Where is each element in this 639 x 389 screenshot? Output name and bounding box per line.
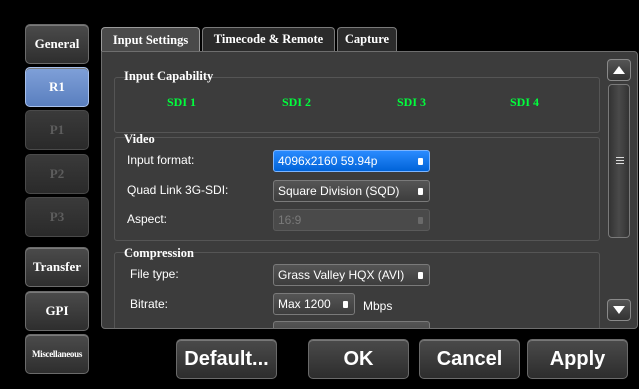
video-title: Video: [124, 132, 155, 146]
nav-p2-button[interactable]: P2: [25, 154, 89, 194]
nav-transfer-button[interactable]: Transfer: [25, 247, 89, 287]
dropdown-arrow-icon: [343, 301, 348, 308]
bitrate-unit: Mbps: [363, 299, 393, 313]
dropdown-arrow-icon: [418, 217, 423, 224]
sdi-4-indicator: SDI 4: [510, 95, 540, 109]
settings-content: Input Capability SDI 1 SDI 2 SDI 3 SDI 4…: [102, 52, 602, 328]
nav-general-button[interactable]: General: [25, 24, 89, 64]
sdi-2-indicator: SDI 2: [282, 95, 312, 109]
sdi-3-indicator: SDI 3: [397, 95, 427, 109]
input-capability-title: Input Capability: [124, 69, 214, 83]
settings-panel: Input Capability SDI 1 SDI 2 SDI 3 SDI 4…: [101, 51, 638, 329]
file-type-label: File type:: [130, 267, 179, 281]
tab-timecode-remote[interactable]: Timecode & Remote: [202, 27, 335, 51]
input-format-dropdown[interactable]: 4096x2160 59.94p: [273, 150, 430, 172]
bitrate-value: Max 1200: [278, 297, 331, 311]
bitrate-label: Bitrate:: [130, 297, 169, 311]
file-type-value: Grass Valley HQX (AVI): [278, 268, 405, 282]
default-button[interactable]: Default...: [176, 339, 277, 379]
cancel-button[interactable]: Cancel: [419, 339, 520, 379]
sdi-1-indicator: SDI 1: [167, 95, 197, 109]
input-format-label: Input format:: [127, 153, 195, 167]
file-type-dropdown[interactable]: Grass Valley HQX (AVI): [273, 264, 430, 286]
grip-line: [616, 160, 624, 161]
scroll-down-button[interactable]: [607, 299, 631, 321]
vertical-scrollbar[interactable]: [607, 59, 631, 321]
nav-miscellaneous-button[interactable]: Miscellaneous: [25, 334, 89, 374]
bitrate-dropdown[interactable]: Max 1200: [273, 293, 355, 315]
nav-gpi-button[interactable]: GPI: [25, 291, 89, 331]
compression-title: Compression: [124, 246, 194, 260]
triangle-up-icon: [613, 66, 625, 74]
quad-link-label: Quad Link 3G-SDI:: [127, 183, 229, 197]
quad-link-value: Square Division (SQD): [278, 184, 400, 198]
ok-button[interactable]: OK: [308, 339, 409, 379]
triangle-down-icon: [613, 306, 625, 314]
input-format-value: 4096x2160 59.94p: [278, 154, 378, 168]
grip-line: [616, 157, 624, 158]
scroll-thumb[interactable]: [608, 84, 630, 238]
grip-line: [616, 163, 624, 164]
tab-capture[interactable]: Capture: [337, 27, 397, 51]
aspect-dropdown[interactable]: 16:9: [273, 209, 430, 231]
dropdown-arrow-icon: [418, 272, 423, 279]
tab-input-settings[interactable]: Input Settings: [101, 27, 200, 52]
partial-dropdown[interactable]: [273, 321, 430, 328]
scroll-up-button[interactable]: [607, 59, 631, 81]
nav-p1-button[interactable]: P1: [25, 110, 89, 150]
apply-button[interactable]: Apply: [527, 339, 628, 379]
nav-r1-button[interactable]: R1: [25, 67, 89, 107]
dropdown-arrow-icon: [418, 158, 423, 165]
dropdown-arrow-icon: [418, 188, 423, 195]
quad-link-dropdown[interactable]: Square Division (SQD): [273, 180, 430, 202]
aspect-value: 16:9: [278, 213, 302, 227]
aspect-label: Aspect:: [127, 212, 168, 226]
nav-p3-button[interactable]: P3: [25, 197, 89, 237]
